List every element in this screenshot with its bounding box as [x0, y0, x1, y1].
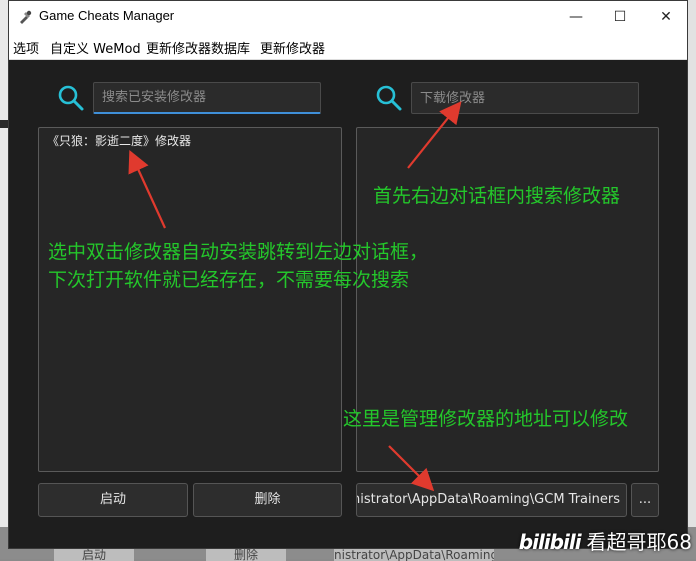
- trainer-path-value: C:\Users\Administrator\AppData\Roaming\G…: [357, 492, 620, 507]
- menu-bar: 选项 自定义 WeMod 更新修改器数据库 更新修改器: [9, 33, 687, 60]
- trainer-path-field[interactable]: C:\Users\Administrator\AppData\Roaming\G…: [356, 483, 627, 517]
- bilibili-logo: bilibili: [518, 530, 582, 554]
- annotation-path-tip: 这里是管理修改器的地址可以修改: [343, 408, 629, 430]
- menu-custom-wemod[interactable]: 自定义 WeMod: [50, 38, 141, 57]
- menu-update-trainers[interactable]: 更新修改器: [260, 38, 325, 57]
- app-icon: [20, 10, 32, 24]
- ghost-delete-button: 删除: [206, 549, 286, 561]
- annotation-install-tip-line2: 下次打开软件就已经存在，不需要每次搜索: [48, 269, 410, 291]
- annotation-install-tip-line1: 选中双击修改器自动安装跳转到左边对话框，: [48, 241, 429, 263]
- installed-trainers-list[interactable]: 《只狼：影逝二度》修改器: [38, 127, 342, 472]
- installed-search-input[interactable]: [93, 82, 321, 114]
- main-content: 《只狼：影逝二度》修改器 启动 删除 C:\Users\Administrato…: [9, 60, 687, 548]
- maximize-button[interactable]: ☐: [597, 1, 643, 33]
- delete-button[interactable]: 删除: [193, 483, 342, 517]
- browse-path-button[interactable]: ...: [631, 483, 659, 517]
- watermark-text: 看超哥耶68: [586, 530, 692, 554]
- minimize-button[interactable]: —: [553, 1, 599, 33]
- menu-update-database[interactable]: 更新修改器数据库: [146, 38, 250, 57]
- menu-options[interactable]: 选项: [13, 38, 39, 57]
- list-item[interactable]: 《只狼：影逝二度》修改器: [47, 132, 191, 149]
- close-button[interactable]: ✕: [643, 1, 689, 33]
- ghost-path-field: nistrator\AppData\Roaming\GCM Tr: [334, 549, 494, 561]
- launch-button[interactable]: 启动: [38, 483, 188, 517]
- download-search-input[interactable]: [411, 82, 639, 114]
- annotation-search-tip: 首先右边对话框内搜索修改器: [373, 185, 621, 207]
- title-bar[interactable]: Game Cheats Manager — ☐ ✕: [9, 1, 687, 33]
- search-icon: [58, 85, 84, 111]
- download-search-icon: [376, 85, 402, 111]
- watermark: bilibili 看超哥耶68: [519, 526, 692, 555]
- window-title: Game Cheats Manager: [39, 8, 175, 23]
- ghost-launch-button: 启动: [54, 549, 134, 561]
